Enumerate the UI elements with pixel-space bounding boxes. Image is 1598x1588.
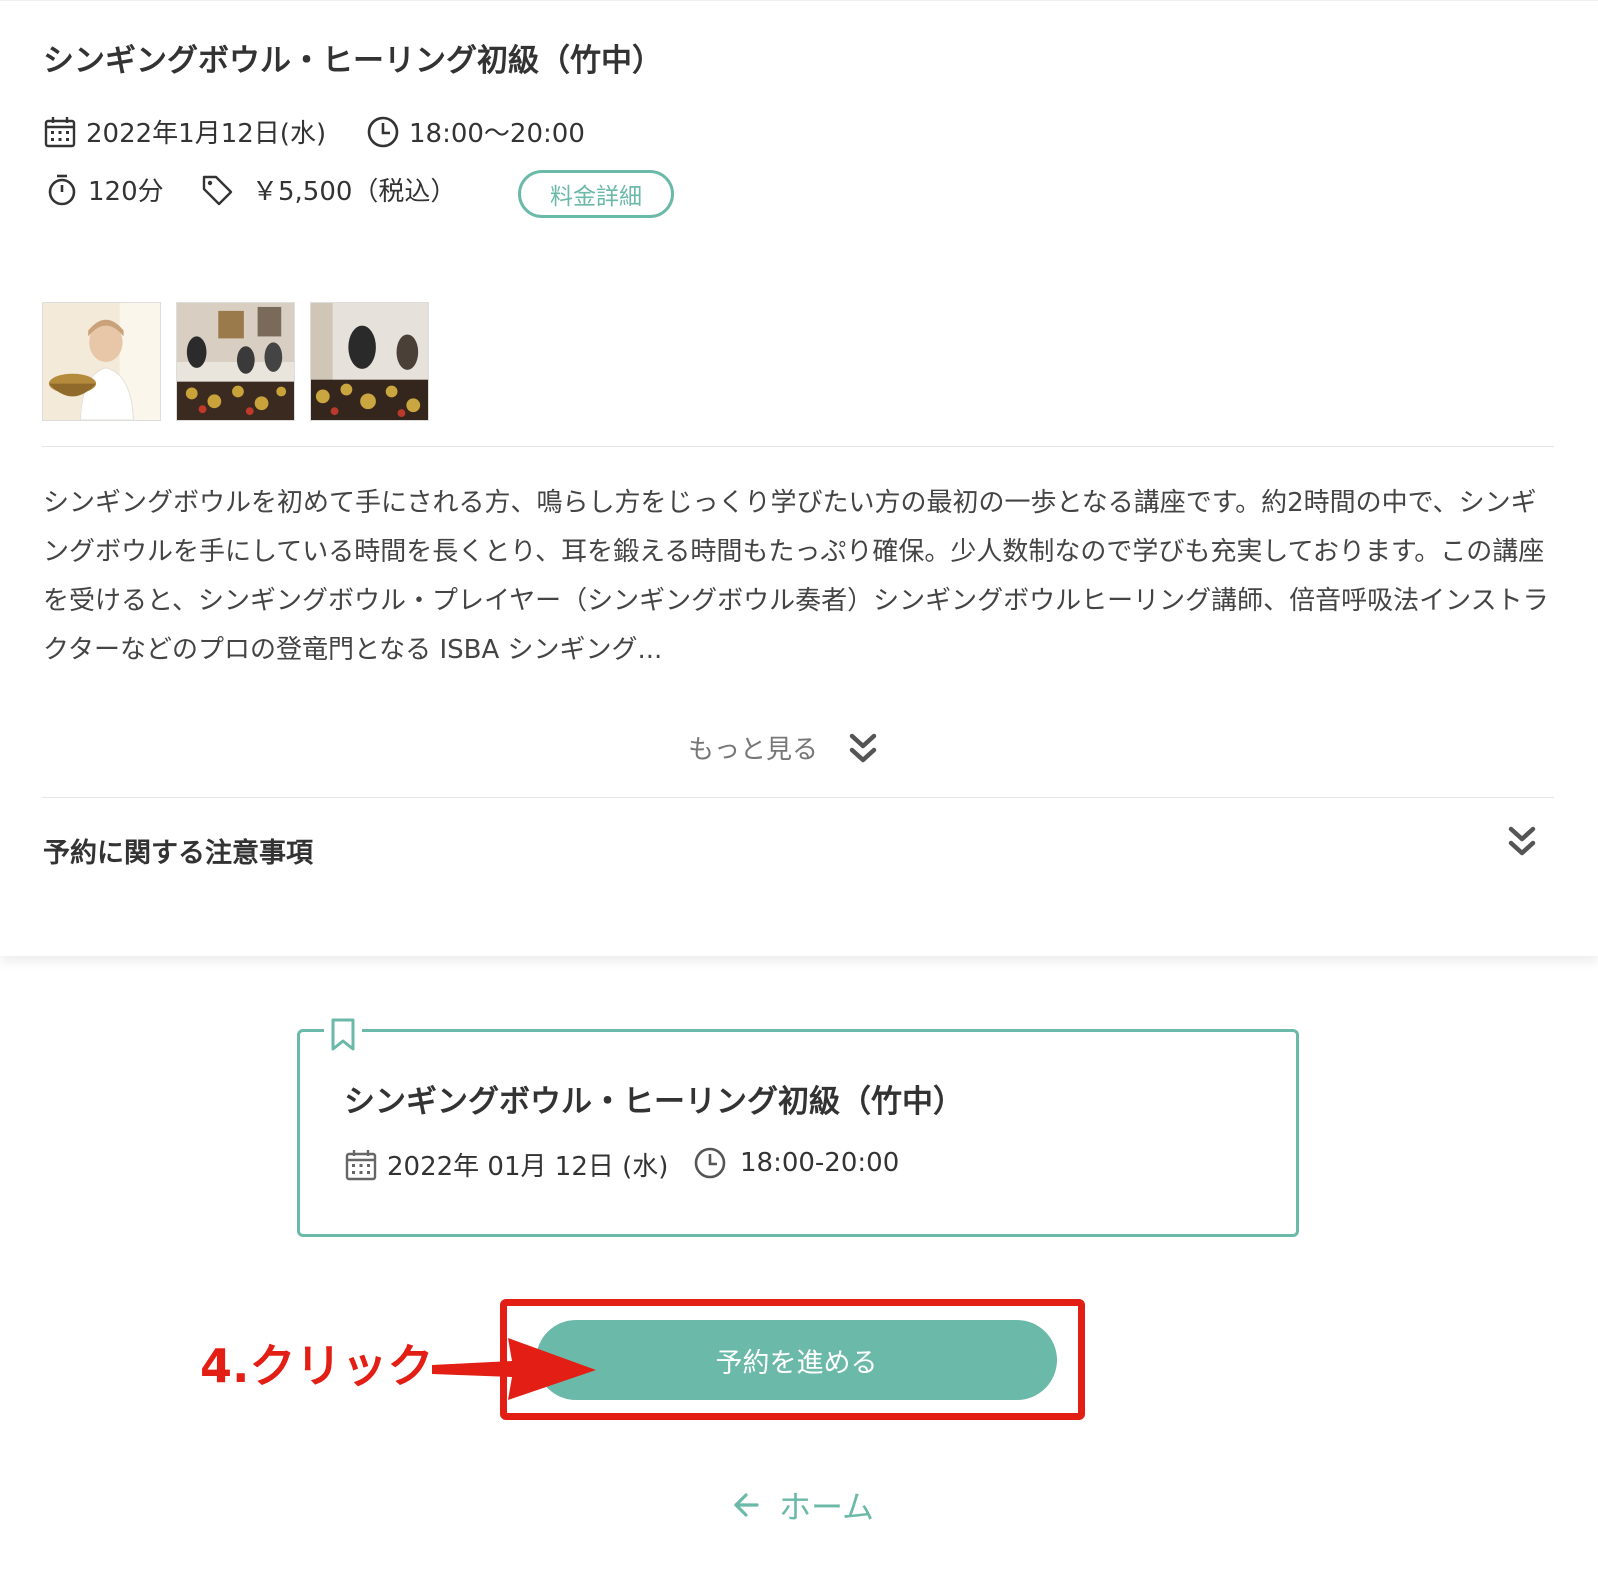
photo-thumbnail-class-2[interactable] (310, 302, 429, 421)
tag-icon (202, 175, 233, 205)
double-chevron-down-icon (849, 733, 877, 762)
arrow-left-icon (734, 1493, 759, 1517)
event-title: シンギングボウル・ヒーリング初級（竹中） (43, 43, 663, 79)
event-duration-text: 120分 (88, 177, 164, 207)
clock-icon (367, 116, 399, 147)
event-price-text: ￥5,500（税込） (252, 177, 457, 207)
event-time: 18:00〜20:00 (366, 113, 585, 150)
event-time-text: 18:00〜20:00 (409, 119, 585, 149)
calendar-icon (44, 116, 76, 147)
event-date-text: 2022年1月12日(水) (86, 119, 327, 149)
summary-title: シンギングボウル・ヒーリング初級（竹中） (344, 1084, 964, 1120)
annotation-step-label: 4.クリック (200, 1339, 434, 1393)
proceed-reservation-button[interactable]: 予約を進める (536, 1320, 1057, 1400)
show-more-label: もっと見る (688, 735, 819, 765)
event-date: 2022年1月12日(水) (43, 113, 326, 150)
event-card: シンギングボウル・ヒーリング初級（竹中） 2022年1月12日(水) 18:00… (0, 0, 1598, 956)
home-link[interactable]: ホーム (733, 1482, 874, 1528)
annotation-arrow-icon (432, 1338, 596, 1400)
stopwatch-icon (48, 174, 76, 205)
reservation-summary: シンギングボウル・ヒーリング初級（竹中） 2022年 01月 12日 (水) 1… (297, 1018, 1299, 1237)
summary-time-text: 18:00-20:00 (740, 1148, 900, 1178)
event-price: ￥5,500（税込） (200, 171, 456, 208)
divider (42, 797, 1554, 798)
summary-time: 18:00-20:00 (693, 1146, 899, 1180)
price-detail-button[interactable]: 料金詳細 (518, 170, 674, 218)
show-more-button[interactable]: もっと見る (688, 729, 878, 766)
event-description: シンギングボウルを初めて手にされる方、鳴らし方をじっくり学びたい方の最初の一歩と… (43, 488, 1549, 665)
double-chevron-down-icon[interactable] (1507, 823, 1537, 859)
summary-date-text: 2022年 01月 12日 (水) (387, 1152, 669, 1182)
photo-thumbnail-instructor[interactable] (42, 302, 161, 421)
photo-thumbnail-class-1[interactable] (176, 302, 295, 421)
calendar-icon (345, 1149, 377, 1180)
reservation-notice-title[interactable]: 予約に関する注意事項 (43, 831, 313, 870)
photo-gallery (42, 302, 429, 421)
divider (42, 446, 1554, 447)
event-duration: 120分 (45, 171, 164, 208)
home-link-label: ホーム (779, 1488, 875, 1526)
summary-date: 2022年 01月 12日 (水) (344, 1146, 668, 1183)
clock-icon (694, 1147, 726, 1179)
bookmark-icon (324, 1018, 362, 1058)
